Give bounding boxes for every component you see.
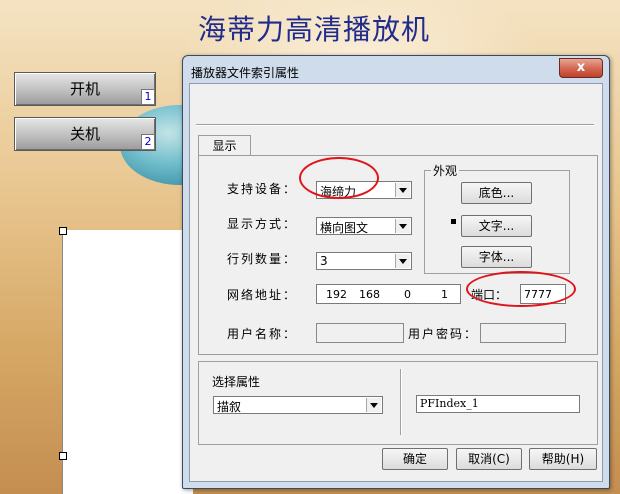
tab-display[interactable]: 显示 xyxy=(198,135,251,156)
close-button[interactable]: x xyxy=(559,58,603,78)
display-mode-value: 横向图文 xyxy=(320,221,369,235)
power-on-index: 1 xyxy=(141,89,155,105)
select-property-value: 描叙 xyxy=(217,400,242,414)
text-color-button[interactable]: 文字... xyxy=(461,215,532,237)
password-label: 用户密码： xyxy=(408,327,479,341)
display-mode-label: 显示方式： xyxy=(227,217,298,231)
ok-button[interactable]: 确定 xyxy=(382,448,448,470)
design-canvas[interactable] xyxy=(62,230,193,494)
ip-octet-3: 0 xyxy=(404,288,411,301)
resize-handle-bottom-left[interactable] xyxy=(59,452,67,460)
chevron-down-icon xyxy=(395,219,410,233)
network-address-label: 网络地址： xyxy=(227,288,298,302)
dialog-title: 播放器文件索引属性 xyxy=(191,66,300,80)
text-color-swatch xyxy=(451,219,456,224)
highlight-ring-device xyxy=(299,157,379,199)
app-title: 海蒂力高清播放机 xyxy=(198,13,431,46)
ip-octet-2: 168 xyxy=(359,288,380,301)
select-property-dropdown[interactable]: 描叙 xyxy=(213,396,383,414)
chevron-down-icon xyxy=(366,398,381,412)
rows-cols-value: 3 xyxy=(320,254,328,268)
username-label: 用户名称： xyxy=(227,327,298,341)
ip-octet-4: 1 xyxy=(441,288,448,301)
background-color-button[interactable]: 底色... xyxy=(461,182,532,204)
power-off-index: 2 xyxy=(141,134,155,150)
ip-octet-1: 192 xyxy=(326,288,347,301)
rows-cols-select[interactable]: 3 xyxy=(316,252,412,270)
property-value-field[interactable]: PFIndex_1 xyxy=(416,395,580,413)
select-property-label: 选择属性 xyxy=(212,375,261,389)
rows-cols-label: 行列数量： xyxy=(227,252,298,266)
power-off-button[interactable]: 关机 2 xyxy=(14,117,156,151)
vertical-divider xyxy=(400,369,402,435)
power-off-label: 关机 xyxy=(69,125,100,143)
username-field[interactable] xyxy=(316,323,404,343)
cancel-button[interactable]: 取消(C) xyxy=(456,448,522,470)
help-button[interactable]: 帮助(H) xyxy=(529,448,597,470)
resize-handle-top-left[interactable] xyxy=(59,227,67,235)
appearance-group-title: 外观 xyxy=(431,162,460,179)
divider xyxy=(196,124,594,126)
font-button[interactable]: 字体... xyxy=(461,246,532,268)
tab-panel: 支持设备： 海缔力 显示方式： 横向图文 行列数量： 3 网络地址： 192 1… xyxy=(198,155,598,355)
device-label: 支持设备： xyxy=(227,182,298,196)
ip-address-field[interactable]: 192 168 0 1 xyxy=(316,284,461,304)
power-on-button[interactable]: 开机 1 xyxy=(14,72,156,106)
power-on-label: 开机 xyxy=(69,80,100,98)
close-icon: x xyxy=(576,60,586,75)
display-mode-select[interactable]: 横向图文 xyxy=(316,217,412,235)
property-value-text: PFIndex_1 xyxy=(420,397,479,410)
chevron-down-icon xyxy=(395,254,410,268)
highlight-ring-port xyxy=(466,271,576,307)
password-field[interactable] xyxy=(480,323,566,343)
chevron-down-icon xyxy=(395,183,410,197)
